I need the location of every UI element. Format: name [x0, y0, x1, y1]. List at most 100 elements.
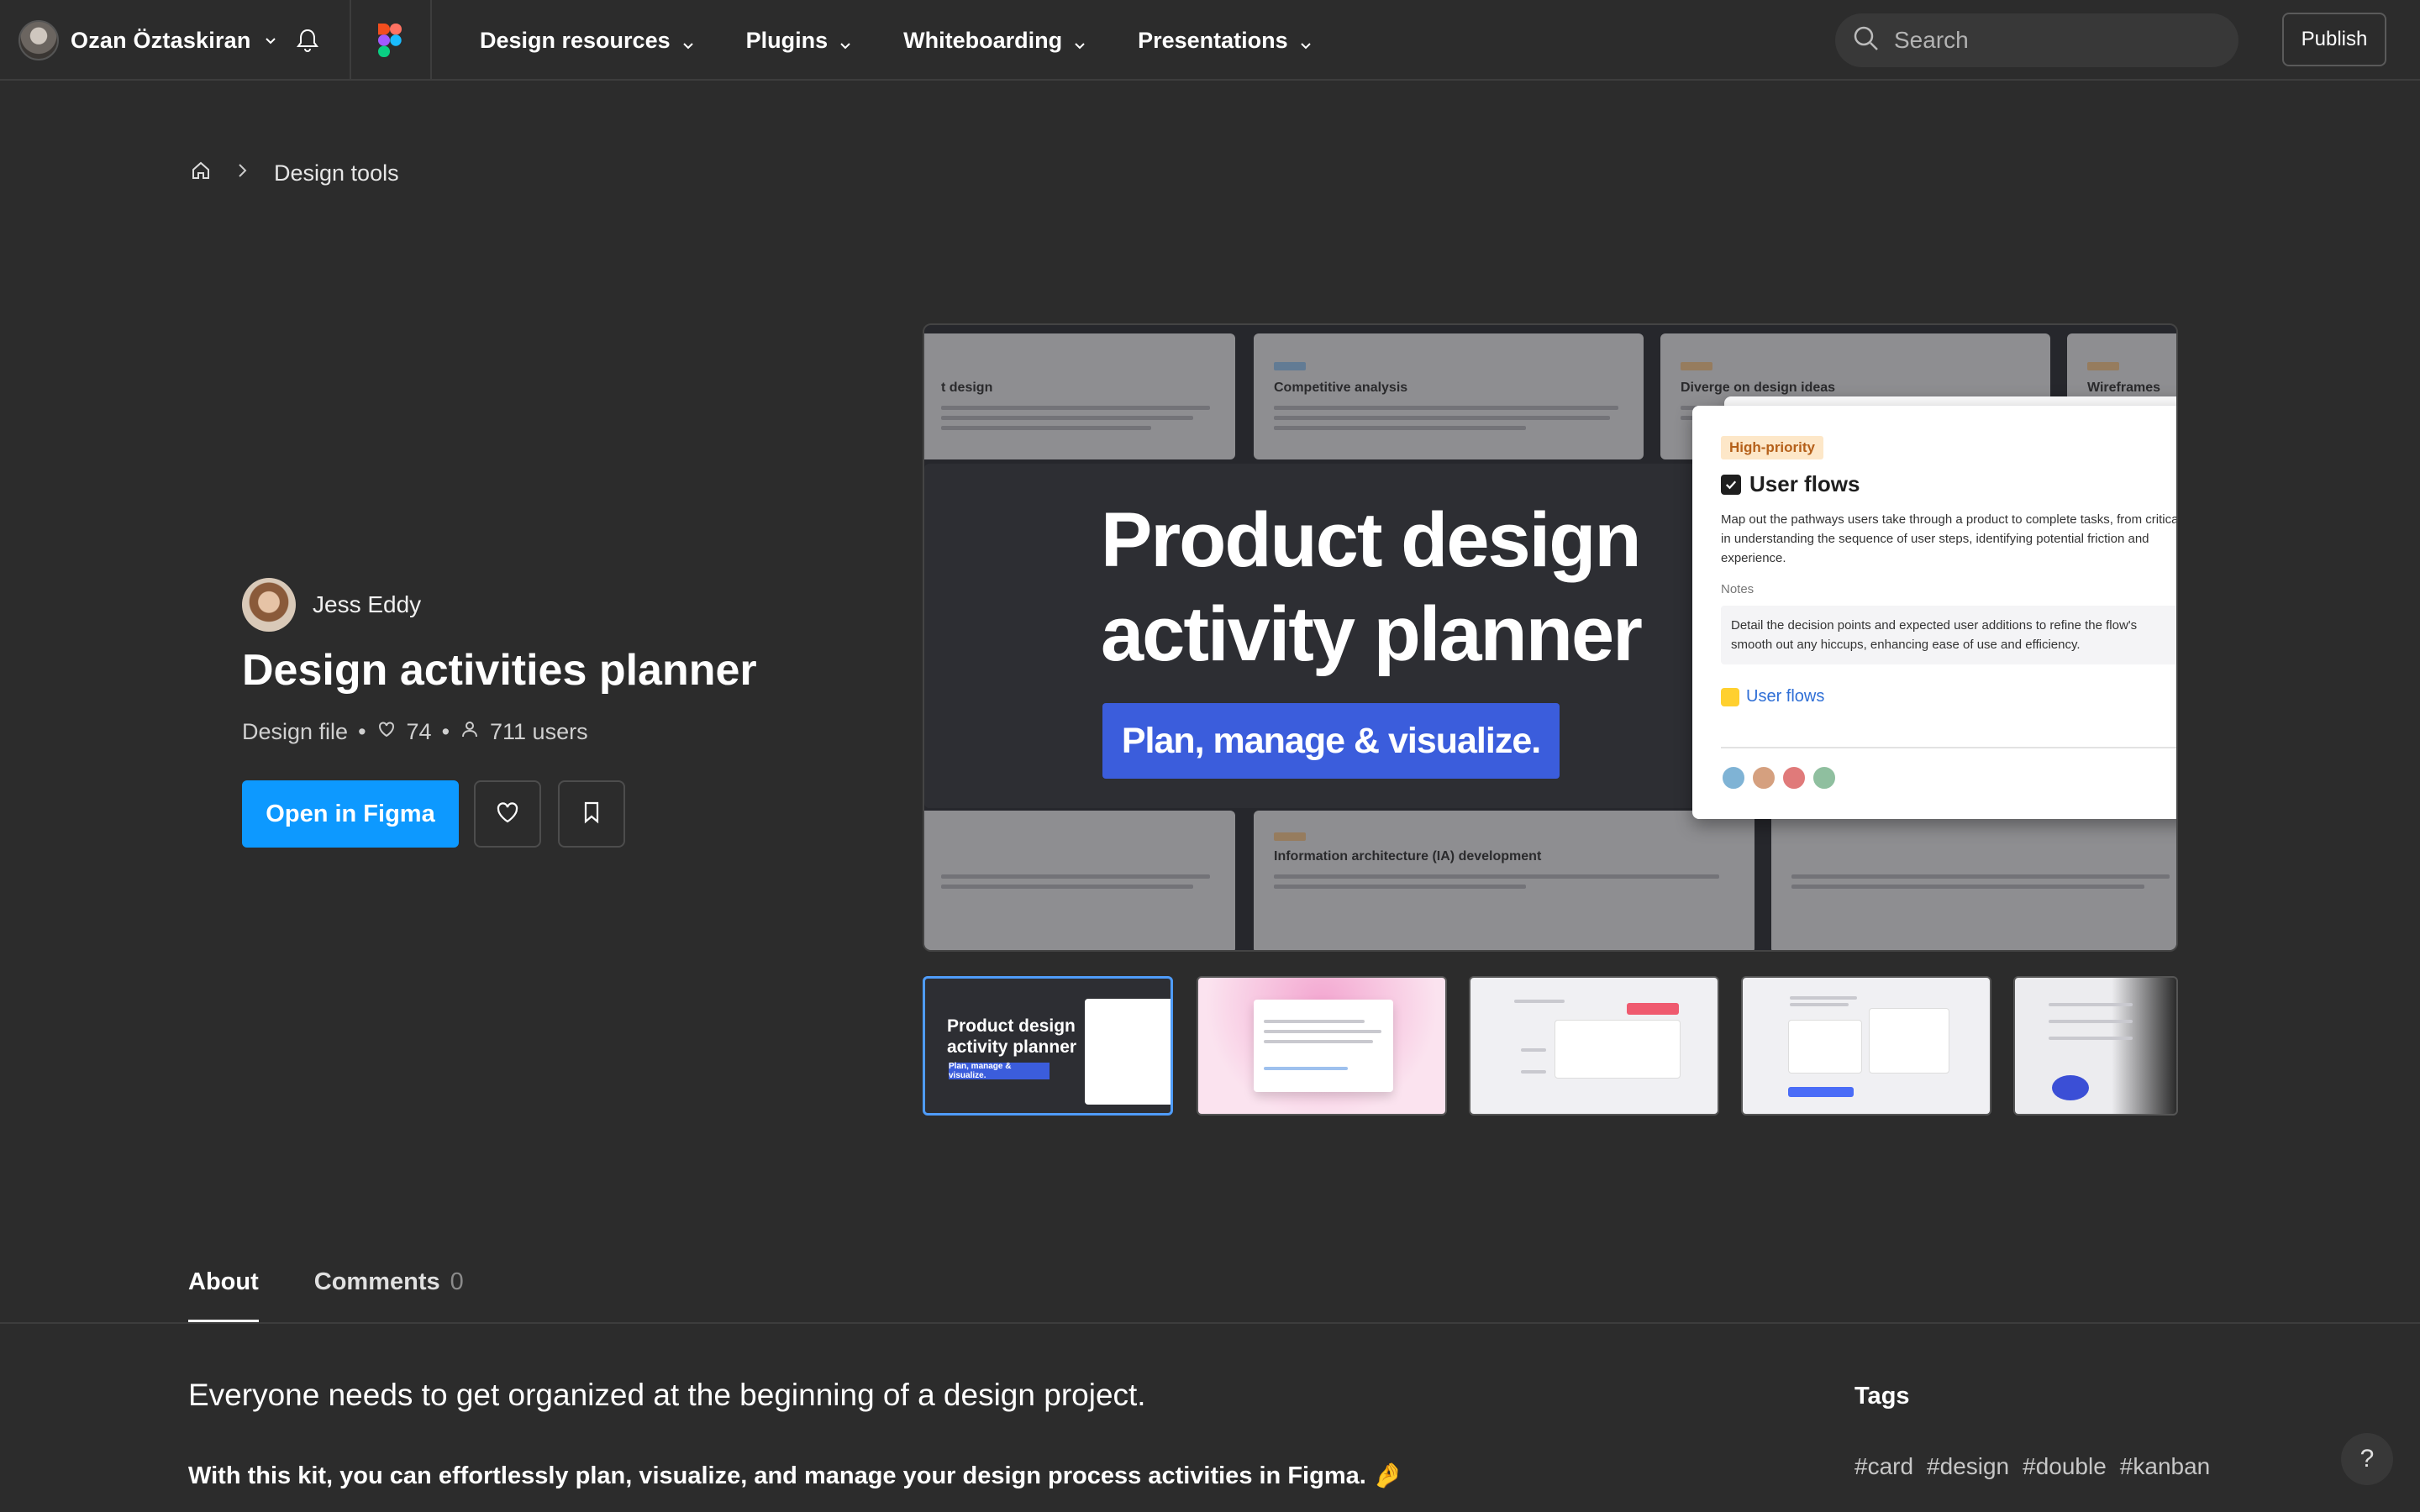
tab-label: About: [188, 1268, 259, 1295]
hero-title-line: Product design: [1101, 497, 1642, 583]
divider: [1721, 747, 2176, 748]
thumbnail-card: [1869, 1008, 1949, 1074]
author-name: Jess Eddy: [313, 591, 422, 617]
thumbnail-2[interactable]: [1197, 976, 1447, 1116]
search-input[interactable]: [1894, 27, 2213, 54]
tab-comments[interactable]: Comments 0: [314, 1268, 464, 1323]
thumbnail-card: [1254, 1000, 1393, 1092]
thumbnail-accent: [1627, 1003, 1679, 1015]
about-lead: Everyone needs to get organized at the b…: [188, 1378, 1146, 1412]
thumbnail-4[interactable]: [1741, 976, 1991, 1116]
user-name: Ozan Öztaskiran: [71, 27, 251, 53]
heart-icon: [376, 719, 397, 745]
author[interactable]: Jess Eddy: [242, 578, 421, 632]
tags-heading: Tags: [1854, 1383, 1910, 1410]
nav-label: Plugins: [745, 27, 829, 53]
account-menu[interactable]: Ozan Öztaskiran: [18, 20, 278, 60]
bookmark-button[interactable]: [558, 780, 625, 848]
notes-label: Notes: [1721, 582, 1754, 596]
hero-title: Product design activity planner: [1101, 493, 1643, 681]
avatar: [1751, 765, 1776, 790]
user-flows-card: High-priority User flows Map out the pat…: [1692, 406, 2178, 819]
open-in-figma-button[interactable]: Open in Figma: [242, 780, 459, 848]
user-count: 711 users: [490, 719, 588, 744]
like-button[interactable]: [474, 780, 541, 848]
file-type: Design file: [242, 719, 349, 744]
user-icon: [460, 719, 480, 745]
separator-dot: •: [358, 719, 366, 744]
breadcrumb: Design tools: [190, 160, 399, 187]
hero-title-line: activity planner: [1101, 591, 1643, 677]
home-icon[interactable]: [190, 160, 212, 187]
hero-subtitle: Plan, manage & visualize.: [1102, 703, 1560, 779]
avatar: [1721, 765, 1746, 790]
file-title: Design activities planner: [242, 646, 757, 695]
top-bar: Ozan Öztaskiran Design resources Plugins…: [0, 0, 2420, 81]
nav-label: Design resources: [480, 27, 671, 53]
card-title: User flows: [1721, 471, 1860, 497]
preview-image: t design Competitive analysis Diverge on…: [923, 323, 2178, 952]
notes-text: Detail the decision points and expected …: [1721, 606, 2176, 664]
thumbnail-card: [1788, 1020, 1862, 1074]
tag-link[interactable]: #design: [1927, 1453, 2009, 1480]
thumbnail-3[interactable]: [1469, 976, 1719, 1116]
nav-plugins[interactable]: Plugins: [746, 28, 854, 54]
file-meta: Design file • 74 • 711 users: [242, 719, 588, 745]
breadcrumb-item[interactable]: Design tools: [274, 160, 399, 186]
miro-logo-icon: [1721, 687, 1739, 706]
priority-badge: High-priority: [1721, 436, 1823, 459]
tab-about[interactable]: About: [188, 1268, 259, 1323]
publish-button[interactable]: Publish: [2282, 13, 2386, 66]
avatar: [1812, 765, 1837, 790]
card-title-text: User flows: [1749, 471, 1860, 496]
checkbox-icon: [1721, 474, 1741, 495]
author-avatar: [242, 578, 296, 632]
card-description: Map out the pathways users take through …: [1721, 512, 2178, 565]
chevron-right-icon: [232, 160, 254, 187]
tag-link[interactable]: #card: [1854, 1453, 1913, 1480]
tags-list: #card #design #double #kanban: [1854, 1453, 2210, 1480]
like-count: 74: [406, 719, 432, 744]
nav-whiteboarding[interactable]: Whiteboarding: [903, 28, 1087, 54]
thumbnail-5[interactable]: [2013, 976, 2178, 1116]
chevron-down-icon: [263, 33, 278, 48]
divider: [430, 0, 432, 81]
chevron-down-icon: [1072, 33, 1087, 50]
user-avatar: [18, 20, 59, 60]
thumbnail-1[interactable]: Product design activity planner Plan, ma…: [923, 976, 1173, 1116]
main-nav: Design resources Plugins Whiteboarding P…: [480, 0, 1364, 81]
separator-dot: •: [441, 719, 450, 744]
thumbnail-accent: [1788, 1087, 1854, 1097]
nav-presentations[interactable]: Presentations: [1138, 28, 1313, 54]
divider: [350, 0, 351, 81]
nav-design-resources[interactable]: Design resources: [480, 28, 696, 54]
search-bar[interactable]: [1835, 13, 2238, 67]
tag-link[interactable]: #double: [2023, 1453, 2107, 1480]
tab-count: 0: [450, 1268, 464, 1295]
heart-icon: [493, 798, 522, 831]
chevron-down-icon: [1298, 33, 1313, 50]
search-icon: [1852, 24, 1881, 57]
tab-label: Comments: [313, 1268, 440, 1295]
tab-bar: About Comments 0: [188, 1268, 464, 1323]
thumbnail-subtitle: Plan, manage & visualize.: [949, 1062, 1050, 1080]
chevron-down-icon: [681, 33, 696, 50]
avatar: [1781, 765, 1807, 790]
card-link: User flows: [1721, 687, 1824, 706]
nav-label: Presentations: [1138, 27, 1288, 53]
link-text: User flows: [1746, 687, 1825, 706]
thumbnail-card: [1085, 999, 1171, 1105]
help-button[interactable]: ?: [2341, 1433, 2393, 1485]
bookmark-icon: [577, 798, 606, 831]
chevron-down-icon: [838, 33, 853, 50]
avatar-group: [1721, 765, 1837, 790]
nav-label: Whiteboarding: [903, 27, 1063, 53]
about-paragraph: With this kit, you can effortlessly plan…: [188, 1462, 1403, 1489]
thumbnail-accent: [2052, 1075, 2089, 1100]
thumbnail-title: Product design activity planner: [947, 1016, 1077, 1057]
figma-logo-icon[interactable]: [378, 24, 402, 57]
tag-link[interactable]: #kanban: [2120, 1453, 2210, 1480]
tabs-divider: [0, 1322, 2420, 1324]
bell-icon[interactable]: [292, 25, 323, 55]
thumbnail-card: [1555, 1020, 1681, 1079]
